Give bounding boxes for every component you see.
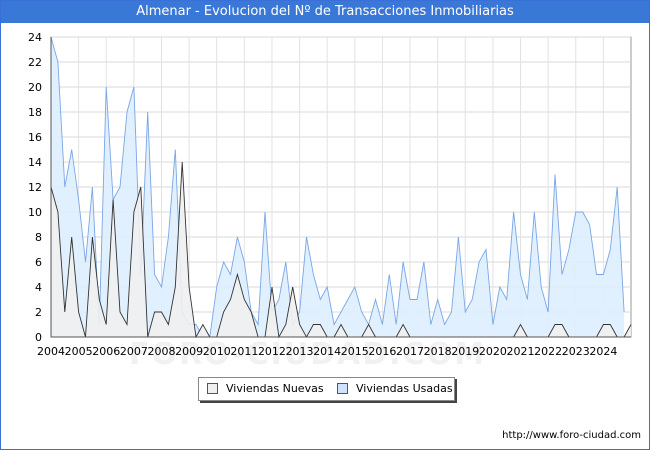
legend-item-nuevas: Viviendas Nuevas	[207, 382, 324, 395]
x-tick-label: 2009	[175, 345, 203, 358]
x-tick-label: 2019	[451, 345, 479, 358]
legend-item-usadas: Viviendas Usadas	[337, 382, 453, 395]
x-tick-label: 2013	[286, 345, 314, 358]
x-tick-label: 2017	[396, 345, 424, 358]
x-tick-label: 2012	[258, 345, 286, 358]
x-tick-label: 2005	[65, 345, 93, 358]
x-tick-label: 2008	[147, 345, 175, 358]
y-tick-label: 20	[28, 81, 42, 94]
legend-label-usadas: Viviendas Usadas	[356, 382, 453, 395]
x-tick-label: 2016	[368, 345, 396, 358]
y-tick-label: 2	[35, 306, 42, 319]
x-tick-label: 2018	[424, 345, 452, 358]
y-tick-label: 4	[35, 281, 42, 294]
x-tick-label: 2010	[203, 345, 231, 358]
y-tick-label: 12	[28, 181, 42, 194]
x-tick-label: 2004	[37, 345, 65, 358]
chart-frame: Almenar - Evolucion del Nº de Transaccio…	[0, 0, 650, 450]
x-tick-label: 2020	[479, 345, 507, 358]
x-tick-label: 2015	[341, 345, 369, 358]
chart-title: Almenar - Evolucion del Nº de Transaccio…	[1, 1, 649, 23]
y-tick-label: 0	[35, 331, 42, 344]
y-tick-label: 18	[28, 106, 42, 119]
x-tick-label: 2007	[120, 345, 148, 358]
y-tick-label: 8	[35, 231, 42, 244]
x-tick-label: 2024	[589, 345, 617, 358]
x-tick-label: 2014	[313, 345, 341, 358]
y-tick-label: 10	[28, 206, 42, 219]
x-tick-label: 2006	[92, 345, 120, 358]
y-tick-label: 24	[28, 31, 42, 44]
y-tick-label: 14	[28, 156, 42, 169]
legend: Viviendas Nuevas Viviendas Usadas	[198, 377, 455, 401]
x-tick-label: 2022	[534, 345, 562, 358]
y-tick-label: 6	[35, 256, 42, 269]
x-tick-label: 2011	[230, 345, 258, 358]
y-tick-label: 16	[28, 131, 42, 144]
legend-swatch-nuevas	[207, 383, 218, 394]
footer-url: http://www.foro-ciudad.com	[502, 430, 641, 441]
legend-swatch-usadas	[337, 383, 348, 394]
chart-svg: 0246810121416182022242004 2005 2006 2007 200…	[28, 31, 632, 358]
x-tick-label: 2021	[507, 345, 535, 358]
x-tick-label: 2023	[562, 345, 590, 358]
legend-label-nuevas: Viviendas Nuevas	[226, 382, 324, 395]
y-tick-label: 22	[28, 56, 42, 69]
